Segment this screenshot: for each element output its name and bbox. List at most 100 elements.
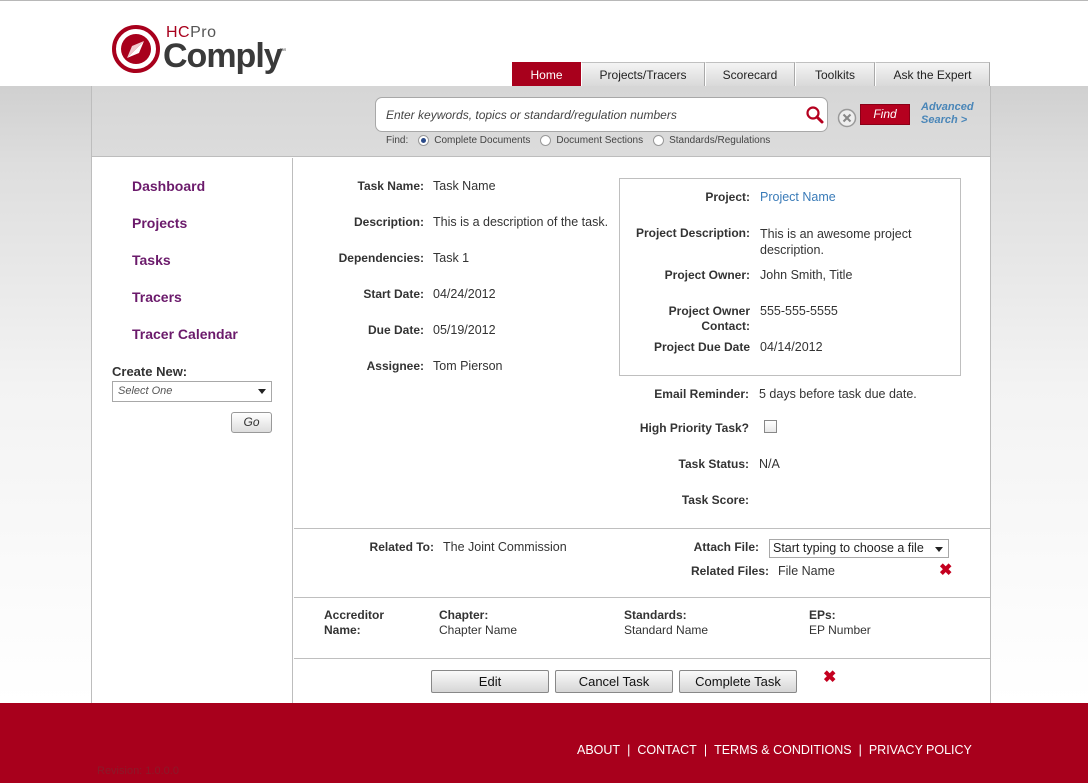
- advanced-search-line1: Advanced: [921, 101, 974, 113]
- section-divider: [294, 528, 990, 529]
- sidebar-item-dashboard[interactable]: Dashboard: [132, 178, 205, 194]
- sidebar-item-tracers[interactable]: Tracers: [132, 289, 182, 305]
- dependencies-value: Task 1: [433, 251, 470, 265]
- compass-logo-icon: [112, 25, 160, 73]
- assignee-label: Assignee:: [366, 359, 424, 373]
- footer-links: ABOUT | CONTACT | TERMS & CONDITIONS | PRIVACY…: [577, 743, 972, 757]
- search-box: [375, 97, 828, 132]
- delete-task-icon[interactable]: ✖: [823, 670, 836, 686]
- find-button[interactable]: Find: [860, 104, 910, 125]
- project-description-value: This is an awesome project description.: [760, 226, 911, 258]
- revision-label: Revision: 1.0.0.0: [97, 765, 179, 777]
- project-name-link[interactable]: Project Name: [760, 189, 836, 205]
- project-owner-value: John Smith, Title: [760, 268, 853, 282]
- logo-comply-text: Comply: [163, 37, 283, 75]
- sidebar-item-tracer-calendar[interactable]: Tracer Calendar: [132, 326, 238, 342]
- footer-separator: |: [627, 743, 631, 757]
- related-to-value: The Joint Commission: [443, 540, 567, 554]
- advanced-search-link[interactable]: Advanced Search >: [921, 101, 981, 127]
- high-priority-label: High Priority Task?: [639, 421, 749, 435]
- footer-link-terms[interactable]: TERMS & CONDITIONS: [714, 743, 852, 757]
- project-due-date-value: 04/14/2012: [760, 340, 823, 354]
- project-description-label: Project Description:: [635, 226, 750, 240]
- related-file-name: File Name: [778, 564, 835, 578]
- footer-separator: |: [703, 743, 708, 757]
- edit-button[interactable]: Edit: [431, 670, 549, 693]
- complete-task-button[interactable]: Complete Task: [679, 670, 797, 693]
- project-owner-contact-value: 555-555-5555: [760, 304, 838, 318]
- clear-search-icon[interactable]: [837, 108, 857, 128]
- cancel-task-button[interactable]: Cancel Task: [555, 670, 673, 693]
- hcpro-comply-logo[interactable]: HCPro Comply ™: [112, 24, 292, 76]
- create-new-select[interactable]: Select One: [112, 381, 272, 402]
- radio-label-standards-regulations: Standards/Regulations: [669, 135, 771, 146]
- tab-home[interactable]: Home: [512, 62, 581, 86]
- task-name-value: Task Name: [433, 179, 496, 193]
- chevron-down-icon: [258, 389, 266, 394]
- attach-file-label: Attach File:: [693, 540, 759, 554]
- project-info-box: Project: Project Name Project Descriptio…: [619, 178, 961, 376]
- due-date-label: Due Date:: [367, 323, 424, 337]
- accreditor-name-label: Accreditor Name:: [324, 608, 384, 638]
- advanced-search-line2: Search >: [921, 114, 968, 126]
- accreditor-name-label-line2: Name:: [324, 623, 361, 637]
- section-divider: [294, 658, 990, 659]
- search-input[interactable]: [386, 106, 796, 124]
- project-owner-contact-label-line1: Project Owner: [668, 304, 750, 318]
- project-owner-label: Project Owner:: [664, 268, 750, 282]
- standards-label: Standards:: [624, 608, 687, 622]
- top-border: [0, 0, 1088, 1]
- project-label: Project:: [705, 190, 750, 204]
- eps-column: EPs: EP Number: [809, 608, 871, 638]
- search-icon[interactable]: [805, 105, 825, 125]
- ep-value: EP Number: [809, 623, 871, 637]
- chevron-down-icon: [935, 547, 943, 552]
- footer-link-about[interactable]: ABOUT: [577, 743, 620, 757]
- search-scope-options: Find: Complete Documents Document Sectio…: [386, 135, 780, 146]
- footer-link-contact[interactable]: CONTACT: [637, 743, 697, 757]
- radio-complete-documents[interactable]: [418, 135, 430, 146]
- project-description-line2: description.: [760, 243, 824, 257]
- standards-column: Standards: Standard Name: [624, 608, 708, 638]
- radio-label-document-sections: Document Sections: [556, 135, 644, 146]
- related-to-label: Related To:: [369, 540, 434, 554]
- email-reminder-value: 5 days before task due date.: [759, 387, 917, 401]
- project-description-line1: This is an awesome project: [760, 227, 912, 241]
- task-status-label: Task Status:: [678, 457, 749, 471]
- remove-file-icon[interactable]: ✖: [939, 563, 952, 579]
- chapter-column: Chapter: Chapter Name: [439, 608, 517, 638]
- radio-label-complete-documents: Complete Documents: [434, 135, 531, 146]
- tab-toolkits[interactable]: Toolkits: [795, 62, 875, 86]
- assignee-value: Tom Pierson: [433, 359, 503, 373]
- radio-standards-regulations[interactable]: [653, 135, 665, 146]
- tab-scorecard[interactable]: Scorecard: [705, 62, 795, 86]
- logo-trademark: ™: [279, 48, 286, 55]
- search-bar: Find Advanced Search > Find: Complete Do…: [92, 86, 990, 157]
- task-status-value: N/A: [759, 457, 780, 471]
- dependencies-label: Dependencies:: [338, 251, 424, 265]
- sidebar-item-projects[interactable]: Projects: [132, 215, 187, 231]
- high-priority-checkbox[interactable]: [764, 420, 777, 433]
- tab-projects-tracers[interactable]: Projects/Tracers: [581, 62, 705, 86]
- standard-value: Standard Name: [624, 623, 709, 637]
- chapter-value: Chapter Name: [439, 623, 518, 637]
- footer-link-privacy[interactable]: PRIVACY POLICY: [869, 743, 972, 757]
- chapter-label: Chapter:: [439, 608, 489, 622]
- description-label: Description:: [353, 215, 424, 229]
- create-new-label: Create New:: [112, 364, 188, 379]
- project-owner-contact-label-line2: Contact:: [701, 319, 750, 333]
- task-name-label: Task Name:: [357, 179, 424, 193]
- related-files-label: Related Files:: [690, 564, 769, 578]
- attach-file-select[interactable]: Start typing to choose a file: [769, 539, 949, 558]
- sidebar: Dashboard Projects Tasks Tracers Tracer …: [92, 158, 293, 703]
- accreditor-name-label-line1: Accreditor: [324, 608, 385, 622]
- tab-ask-the-expert[interactable]: Ask the Expert: [875, 62, 990, 86]
- sidebar-item-tasks[interactable]: Tasks: [132, 252, 171, 268]
- task-detail: Task Name: Task Name Description: This i…: [294, 158, 990, 703]
- main-nav: Home Projects/Tracers Scorecard Toolkits…: [512, 62, 990, 86]
- email-reminder-label: Email Reminder:: [654, 387, 749, 401]
- radio-document-sections[interactable]: [540, 135, 552, 146]
- attach-file-select-value: Start typing to choose a file: [773, 541, 924, 555]
- go-button[interactable]: Go: [231, 412, 272, 433]
- create-new-select-value: Select One: [118, 385, 173, 397]
